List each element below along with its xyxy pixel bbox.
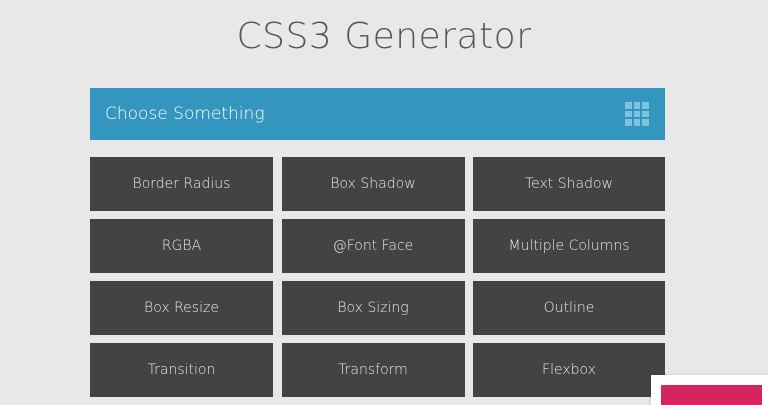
tile-outline[interactable]: Outline xyxy=(473,281,665,335)
tile-border-radius[interactable]: Border Radius xyxy=(90,157,273,211)
page-title: CSS3 Generator xyxy=(236,16,532,57)
pink-button[interactable] xyxy=(661,385,762,405)
tile-transform[interactable]: Transform xyxy=(281,343,465,397)
grid-icon[interactable] xyxy=(625,102,649,126)
generator-grid: Border Radius Box Shadow Text Shadow RGB… xyxy=(90,157,665,397)
choose-header: Choose Something xyxy=(90,88,665,140)
tile-box-shadow[interactable]: Box Shadow xyxy=(281,157,465,211)
tile-box-resize[interactable]: Box Resize xyxy=(90,281,273,335)
tile-multiple-columns[interactable]: Multiple Columns xyxy=(473,219,665,273)
tile-flexbox[interactable]: Flexbox xyxy=(473,343,665,397)
tile-text-shadow[interactable]: Text Shadow xyxy=(473,157,665,211)
tile-font-face[interactable]: @Font Face xyxy=(281,219,465,273)
tile-rgba[interactable]: RGBA xyxy=(90,219,273,273)
tile-transition[interactable]: Transition xyxy=(90,343,273,397)
bottom-panel xyxy=(651,375,768,405)
header-title: Choose Something xyxy=(105,104,265,124)
tile-box-sizing[interactable]: Box Sizing xyxy=(281,281,465,335)
